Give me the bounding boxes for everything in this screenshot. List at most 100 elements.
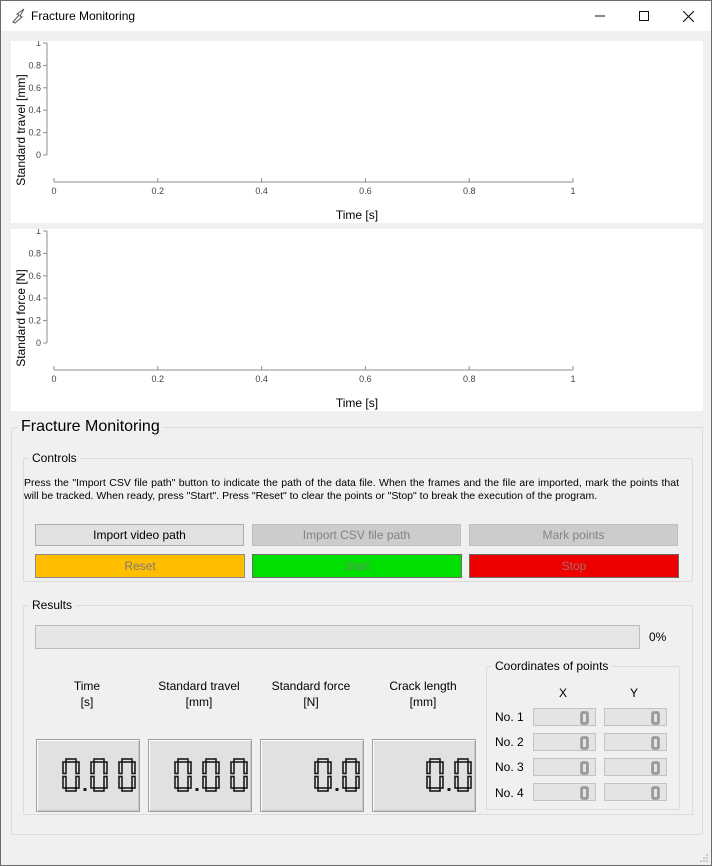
minimize-button[interactable] xyxy=(577,1,622,31)
lcd-segment xyxy=(118,761,123,775)
lcd-segment xyxy=(586,717,589,724)
results-title: Results xyxy=(29,598,76,612)
lcd-segment xyxy=(327,775,332,789)
lcd-segment xyxy=(586,767,589,774)
force-label: Standard force [N] xyxy=(259,678,363,710)
lcd-segment xyxy=(429,787,441,792)
x-tick-label: 0.4 xyxy=(255,374,268,384)
lcd-segment xyxy=(187,775,192,789)
lcd-segment xyxy=(374,774,384,777)
lcd-segment xyxy=(90,775,95,789)
coord-2-y xyxy=(604,733,667,751)
lcd-segment xyxy=(230,761,235,775)
reset-button[interactable]: Reset xyxy=(35,554,245,578)
lcd-segment xyxy=(342,761,347,775)
x-tick-label: 1 xyxy=(570,374,575,384)
lcd-segment xyxy=(373,762,374,774)
x-tick-label: 0.4 xyxy=(255,186,268,196)
lcd-segment xyxy=(300,762,303,774)
lcd-segment xyxy=(467,761,472,775)
coord-4-y xyxy=(604,783,667,801)
lcd-segment xyxy=(38,759,48,762)
y-tick-label: 0 xyxy=(36,150,41,160)
lcd-segment xyxy=(384,762,387,774)
y-tick-label: 0.8 xyxy=(28,248,41,258)
coord-1-x xyxy=(533,708,596,726)
lcd-segment xyxy=(178,774,188,777)
lcd-segment xyxy=(290,759,300,762)
stop-button[interactable]: Stop xyxy=(469,554,679,578)
lcd-segment xyxy=(65,787,77,792)
lcd-segment xyxy=(103,775,108,789)
lcd-segment xyxy=(586,787,589,794)
lcd-segment xyxy=(657,742,660,749)
lcd-segment xyxy=(580,717,584,724)
lcd-segment xyxy=(454,761,459,775)
lcd-segment xyxy=(103,761,108,775)
resize-grip-icon[interactable] xyxy=(699,853,709,863)
lcd-segment xyxy=(586,742,589,749)
lcd-segment xyxy=(94,774,104,777)
travel-plot[interactable]: 0 0.2 0.4 0.6 0.8 1 0 0.2 0.4 0.6 0.8 1 Standard tr… xyxy=(11,41,703,223)
travel-lcd-digits xyxy=(150,758,248,792)
mark-points-button[interactable]: Mark points xyxy=(469,524,678,546)
window-title: Fracture Monitoring xyxy=(31,9,136,23)
lcd-segment xyxy=(174,761,179,775)
import-csv-button[interactable]: Import CSV file path xyxy=(252,524,461,546)
lcd-segment xyxy=(122,774,132,777)
lcd-segment xyxy=(38,774,48,777)
lcd-segment xyxy=(48,762,51,774)
close-button[interactable] xyxy=(666,1,711,31)
lcd-dot xyxy=(447,788,451,791)
y-tick-label: 0 xyxy=(36,338,41,348)
lcd-segment xyxy=(187,761,192,775)
travel-label-unit: [mm] xyxy=(185,695,213,709)
lcd-segment xyxy=(426,761,431,775)
lcd-segment xyxy=(580,787,584,794)
crack-lcd-digits xyxy=(373,758,472,792)
lcd-segment xyxy=(346,774,356,777)
y-tick-label: 0.4 xyxy=(28,105,41,115)
lcd-segment xyxy=(121,758,133,763)
lcd-segment xyxy=(657,712,660,719)
lcd-segment xyxy=(121,787,133,792)
lcd-segment xyxy=(287,777,290,789)
lcd-segment xyxy=(150,788,160,791)
lcd-segment xyxy=(412,762,415,774)
lcd-segment xyxy=(580,762,584,769)
lcd-segment xyxy=(300,777,303,789)
lcd-segment xyxy=(177,758,189,763)
lcd-segment xyxy=(261,777,262,789)
y-tick-label: 1 xyxy=(36,229,41,236)
coord-2-x xyxy=(533,733,596,751)
lcd-segment xyxy=(131,761,136,775)
lcd-segment xyxy=(48,777,51,789)
maximize-button[interactable] xyxy=(621,1,666,31)
lcd-segment xyxy=(586,792,589,799)
import-video-button[interactable]: Import video path xyxy=(35,524,244,546)
y-tick-label: 0.4 xyxy=(28,293,41,303)
lcd-segment xyxy=(580,792,584,799)
travel-plot-ylabel: Standard travel [mm] xyxy=(14,74,28,186)
start-button[interactable]: Start xyxy=(252,554,462,578)
lcd-segment xyxy=(430,774,440,777)
lcd-segment xyxy=(580,737,584,744)
lcd-segment xyxy=(150,774,160,777)
lcd-segment xyxy=(230,775,235,789)
lcd-segment xyxy=(317,758,329,763)
lcd-segment xyxy=(580,742,584,749)
lcd-segment xyxy=(118,775,123,789)
force-plot-xlabel: Time [s] xyxy=(335,396,379,410)
lcd-segment xyxy=(272,762,275,774)
lcd-segment xyxy=(580,767,584,774)
lcd-segment xyxy=(90,761,95,775)
lcd-segment xyxy=(62,761,67,775)
force-plot[interactable]: 0 0.2 0.4 0.6 0.8 1 0 0.2 0.4 0.6 0.8 1 Standard fo… xyxy=(11,229,703,411)
lcd-segment xyxy=(233,758,245,763)
lcd-segment xyxy=(243,761,248,775)
lcd-segment xyxy=(651,762,655,769)
crack-label-unit: [mm] xyxy=(409,695,437,709)
lcd-segment xyxy=(457,758,469,763)
lcd-segment xyxy=(262,774,272,777)
lcd-segment xyxy=(439,775,444,789)
